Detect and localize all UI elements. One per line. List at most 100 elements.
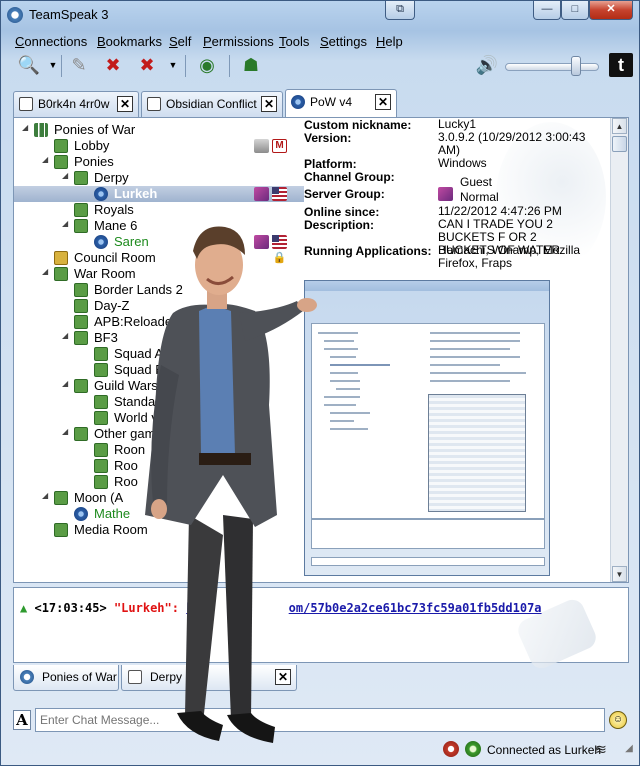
title-bar[interactable]: TeamSpeak 3 ⧉ — □ ✕ (1, 1, 639, 29)
tree-label: Council Room (74, 250, 156, 265)
stop-icon[interactable] (443, 741, 459, 757)
chat-link-start[interactable]: ht (186, 601, 200, 615)
volume-slider-thumb[interactable] (570, 56, 581, 76)
away-icon[interactable]: ◉ (195, 53, 219, 77)
menu-tools[interactable]: Tools (279, 34, 309, 49)
info-value: Windows (438, 156, 487, 170)
expand-arrow-icon[interactable]: ◢ (62, 379, 68, 388)
close-button[interactable]: ✕ (589, 1, 633, 20)
speakers-dropdown-icon[interactable]: ▼ (161, 53, 185, 77)
teamspeak-t-logo[interactable]: t (609, 53, 633, 77)
tab-server-3[interactable]: PoW v4 ✕ (285, 89, 397, 117)
tree-label: Lurkeh (114, 186, 158, 201)
tree-label: Ponies of War (54, 122, 136, 137)
chat-tab-label: Ponies of War (42, 670, 117, 684)
expand-arrow-icon[interactable]: ◢ (42, 155, 48, 164)
tree-label: War Room (74, 266, 136, 281)
tree-channel[interactable]: Squad A (14, 346, 304, 362)
channel-icon (94, 459, 108, 473)
tree-channel[interactable]: Lobby M (14, 138, 304, 154)
subscribe-icon[interactable]: ☗ (239, 53, 263, 77)
close-tab-button[interactable]: ✕ (375, 94, 391, 110)
menu-connections[interactable]: Connections (15, 34, 87, 49)
tree-channel[interactable]: ◢ Other gam (14, 426, 304, 442)
maximize-button[interactable]: □ (561, 1, 589, 20)
tree-channel[interactable]: Roo (14, 458, 304, 474)
tree-client[interactable]: Saren (14, 234, 304, 250)
channel-tree[interactable]: ◢ Ponies of War Lobby M ◢ Ponies ◢ Derpy Lurkeh R… (14, 118, 304, 582)
tree-channel[interactable]: Day-Z (14, 298, 304, 314)
tree-channel[interactable]: ◢ Mane 6 (14, 218, 304, 234)
channel-icon (94, 363, 108, 377)
channel-icon (74, 315, 88, 329)
expand-arrow-icon[interactable]: ◢ (42, 491, 48, 500)
tab-label: Obsidian Conflict (166, 97, 257, 111)
menu-self[interactable]: Self (169, 34, 191, 49)
tree-label: Day-Z (94, 298, 130, 313)
info-value: Guest (460, 175, 493, 189)
minimize-button[interactable]: — (533, 1, 561, 20)
tree-channel[interactable]: ◢ Guild Wars 2 (14, 378, 304, 394)
tree-channel[interactable]: World v (14, 410, 304, 426)
tree-channel[interactable]: Media Room (14, 522, 304, 538)
tree-channel[interactable]: ◢ Ponies (14, 154, 304, 170)
chat-tab-channel[interactable]: Derpy (121, 665, 201, 691)
text-format-button[interactable]: A (13, 710, 31, 730)
chat-tab-server[interactable]: Ponies of War (13, 665, 119, 691)
mini-line (324, 404, 356, 406)
wifi-signal-icon: ≋ (595, 741, 607, 757)
tree-channel[interactable]: Squad B (14, 362, 304, 378)
expand-arrow-icon[interactable]: ◢ (22, 123, 28, 132)
expand-arrow-icon[interactable]: ◢ (62, 219, 68, 228)
tree-channel[interactable]: ◢ War Room (14, 266, 304, 282)
close-chat-tab-button[interactable]: ✕ (275, 669, 291, 685)
menu-settings[interactable]: Settings (320, 34, 367, 49)
expand-arrow-icon[interactable]: ◢ (62, 171, 68, 180)
tree-channel[interactable]: Royals (14, 202, 304, 218)
expand-arrow-icon[interactable]: ◢ (62, 331, 68, 340)
chat-link[interactable]: om/57b0e2a2ce61bc73fc59a01fb5dd107a (289, 601, 542, 615)
expand-arrow-icon[interactable]: ◢ (42, 267, 48, 276)
vertical-scrollbar[interactable]: ▲ ▼ (610, 118, 628, 582)
tab-server-2[interactable]: Obsidian Conflict ✕ (141, 91, 283, 117)
tree-channel[interactable]: Council Room 🔒 (14, 250, 304, 266)
chat-tab-private[interactable]: ✕ (203, 665, 297, 691)
status-bar: Connected as Lurkeh ≋ ◢ (1, 737, 639, 765)
menu-bookmarks[interactable]: Bookmarks (97, 34, 162, 49)
volume-slider-track[interactable] (505, 63, 599, 71)
tree-channel[interactable]: ◢ Moon (A (14, 490, 304, 506)
menu-permissions[interactable]: Permissions (203, 34, 274, 49)
mute-mic-icon[interactable]: ✖ (101, 53, 125, 77)
tree-server[interactable]: ◢ Ponies of War (14, 122, 304, 138)
scroll-up-button[interactable]: ▲ (612, 118, 627, 134)
restore-button[interactable]: ⧉ (385, 1, 415, 20)
tree-channel[interactable]: Border Lands 2 (14, 282, 304, 298)
mute-speakers-icon[interactable]: ✖ (135, 53, 159, 77)
menu-help[interactable]: Help (376, 34, 403, 49)
tree-channel[interactable]: ◢ Derpy (14, 170, 304, 186)
connect-icon[interactable]: 🔍 (17, 53, 41, 77)
tree-channel[interactable]: ◢ BF3 (14, 330, 304, 346)
default-channel-icon (254, 139, 269, 153)
tab-server-1[interactable]: B0rk4n 4rr0w ✕ (13, 91, 139, 117)
scroll-down-button[interactable]: ▼ (612, 566, 627, 582)
tree-client[interactable]: Lurkeh (14, 186, 304, 202)
scroll-thumb[interactable] (612, 136, 627, 152)
tree-channel[interactable]: APB:Reloaded (14, 314, 304, 330)
tree-channel[interactable]: Roon (14, 442, 304, 458)
embedded-screenshot-image (304, 280, 550, 576)
chat-log[interactable]: ▲ <17:03:45> "Lurkeh": ht om/57b0e2a2ce61… (13, 587, 629, 672)
chat-sender[interactable]: "Lurkeh": (114, 601, 179, 615)
chat-message-input[interactable] (35, 708, 605, 732)
tree-channel[interactable]: Roo (14, 474, 304, 490)
emoticon-button[interactable]: ☺ (609, 711, 627, 729)
channel-icon (74, 203, 88, 217)
close-tab-button[interactable]: ✕ (117, 96, 133, 112)
expand-arrow-icon[interactable]: ◢ (62, 427, 68, 436)
bookmark-icon[interactable]: ✎ (67, 53, 91, 77)
close-tab-button[interactable]: ✕ (261, 96, 277, 112)
tree-client[interactable]: Mathe (14, 506, 304, 522)
tree-channel[interactable]: Standar (14, 394, 304, 410)
resize-grip-icon[interactable]: ◢ (621, 741, 637, 757)
tree-label: Border Lands 2 (94, 282, 183, 297)
